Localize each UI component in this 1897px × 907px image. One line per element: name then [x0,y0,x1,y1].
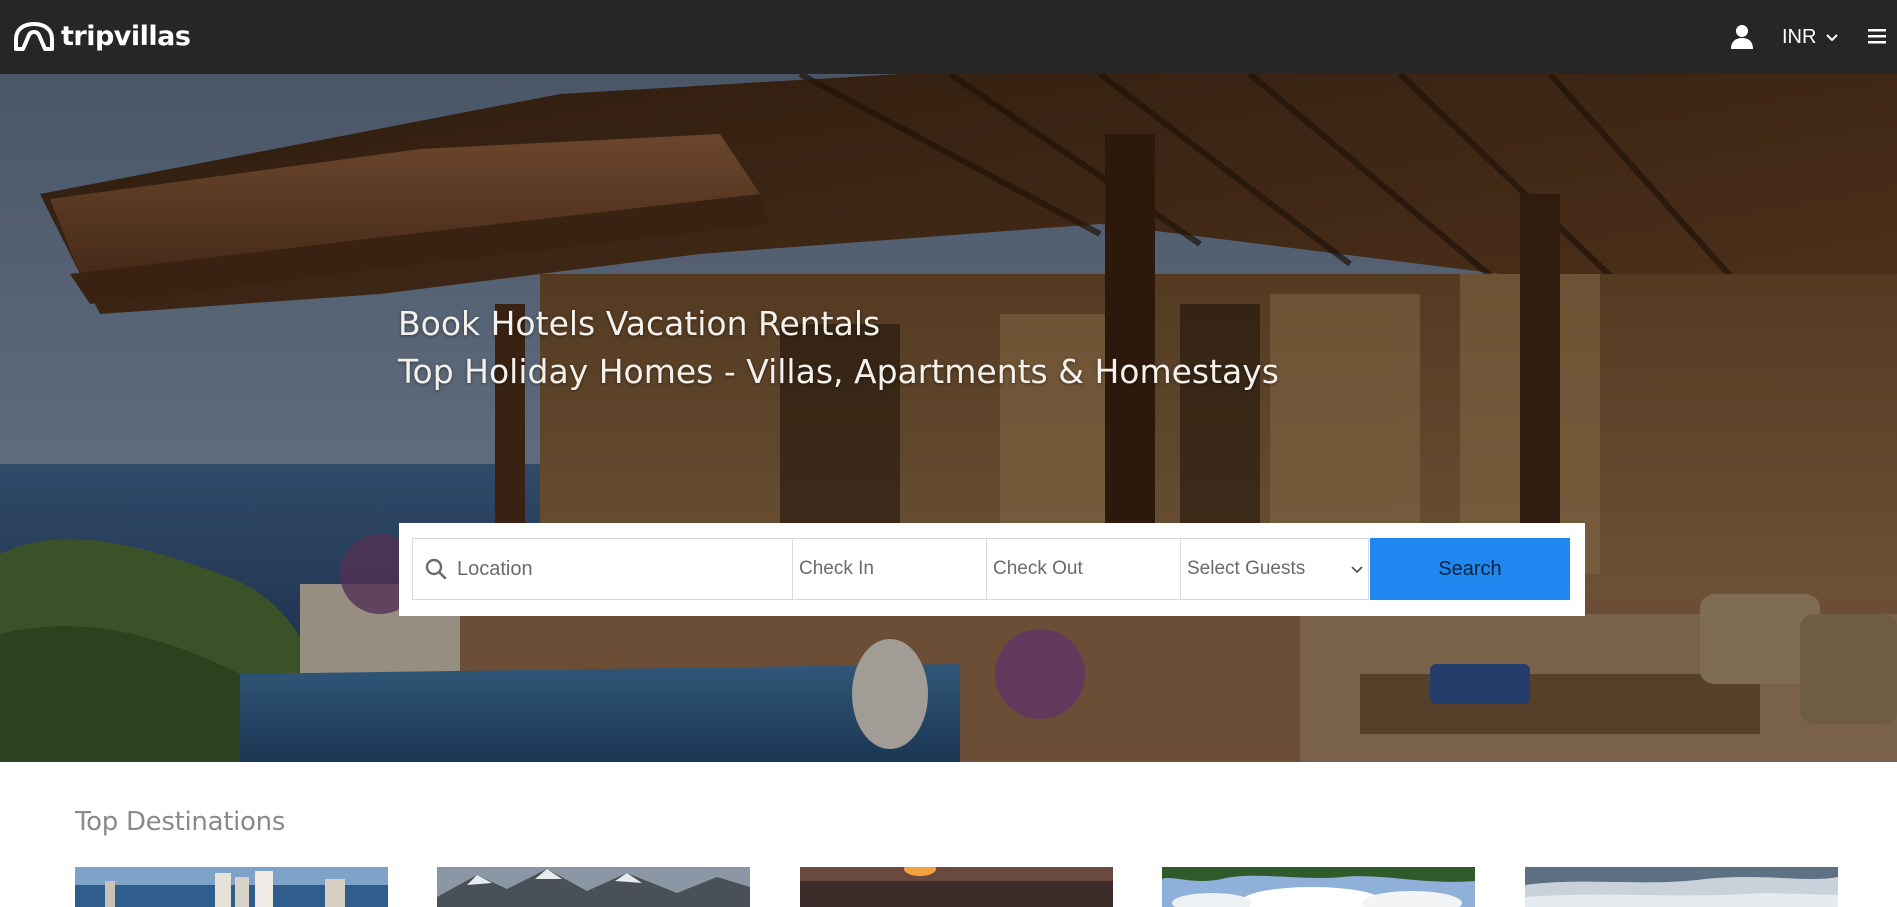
currency-selector[interactable]: INR [1782,23,1840,51]
destination-image [75,867,388,907]
top-navbar: tripvillas INR [0,0,1897,74]
checkin-field [793,538,987,600]
logo-icon [14,22,54,51]
search-icon [425,558,447,580]
destination-card[interactable] [800,867,1113,907]
brand-name: tripvillas [61,21,191,52]
chevron-down-icon [1351,566,1363,574]
hero-heading-line2: Top Holiday Homes - Villas, Apartments &… [398,352,1279,391]
hero-banner: Book Hotels Vacation Rentals Top Holiday… [0,74,1897,762]
hero-heading-line1: Book Hotels Vacation Rentals [398,304,881,343]
location-field [412,538,793,600]
search-button[interactable]: Search [1370,538,1570,600]
destination-image [800,867,1113,907]
guests-select-value: Select Guests [1187,558,1306,579]
chevron-down-icon [1826,34,1839,42]
currency-label: INR [1782,25,1817,48]
checkout-field [987,538,1181,600]
checkin-input[interactable] [793,539,986,599]
destination-image [1162,867,1475,907]
guests-select[interactable]: Select Guests [1181,538,1369,600]
location-input[interactable] [447,539,792,599]
menu-icon[interactable] [1866,25,1888,47]
destination-image [1525,867,1838,907]
top-destinations-heading: Top Destinations [75,807,286,837]
checkout-input[interactable] [987,539,1180,599]
destination-card[interactable] [75,867,388,907]
search-panel: Select Guests Search [399,523,1585,616]
hero-background-image [0,74,1897,762]
destination-card[interactable] [1525,867,1838,907]
brand-logo[interactable]: tripvillas [12,19,191,55]
hero-heading: Book Hotels Vacation Rentals Top Holiday… [398,300,1279,396]
user-icon[interactable] [1730,24,1754,50]
destination-card[interactable] [1162,867,1475,907]
destination-card[interactable] [437,867,750,907]
destination-image [437,867,750,907]
